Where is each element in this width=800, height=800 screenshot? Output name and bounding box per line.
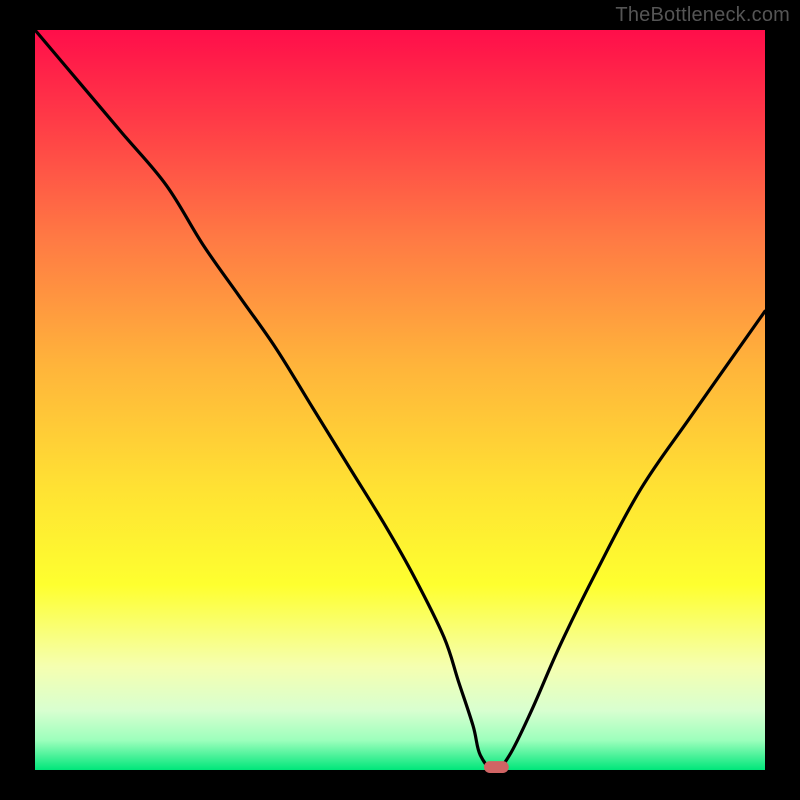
attribution-label: TheBottleneck.com	[615, 4, 790, 27]
optimum-marker	[484, 761, 509, 773]
plot-gradient-area	[35, 30, 765, 770]
chart-svg	[0, 0, 800, 800]
bottleneck-chart: TheBottleneck.com	[0, 0, 800, 800]
